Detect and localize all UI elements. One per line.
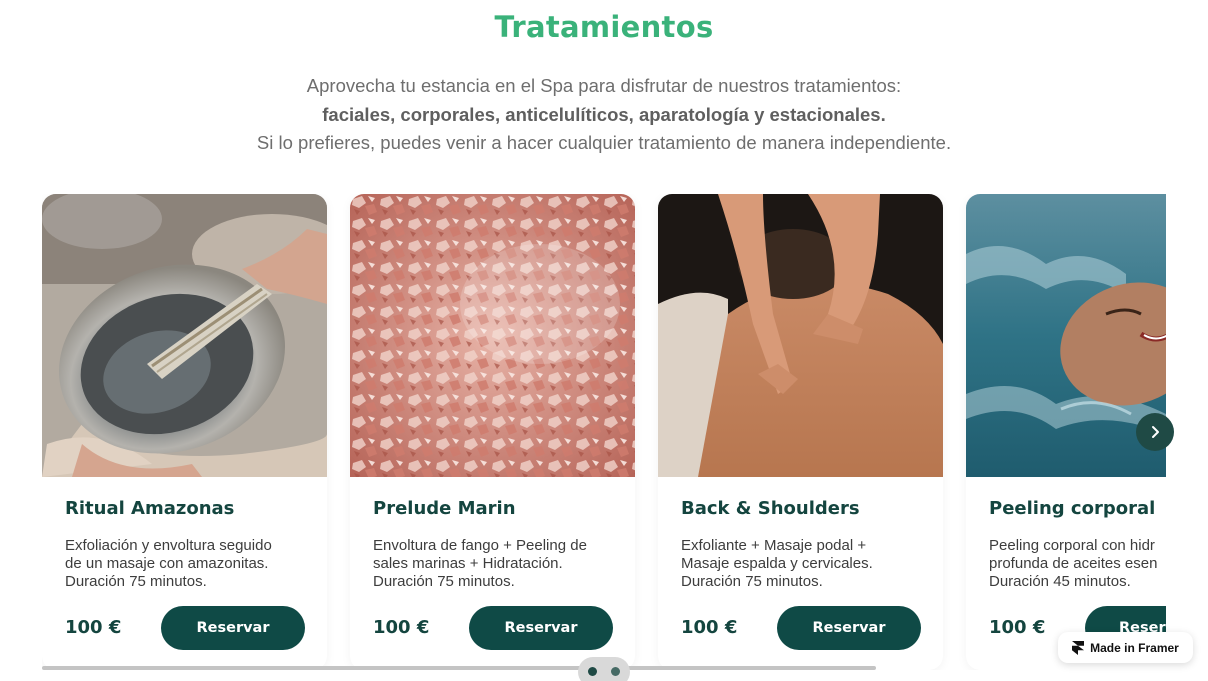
duration-line: Duración 45 minutos. [989, 573, 1131, 590]
treatment-name: Back & Shoulders [681, 498, 860, 519]
reserve-button[interactable]: Reservar [469, 606, 613, 650]
pagination-dot-2[interactable] [611, 667, 620, 676]
description-line: sales marinas + Hidratación. [373, 555, 563, 572]
duration-line: Duración 75 minutos. [65, 573, 207, 590]
description-line: Envoltura de fango + Peeling de [373, 537, 587, 554]
treatment-description: Peeling corporal con hidr profunda de ac… [989, 537, 1166, 591]
framer-logo-icon [1072, 640, 1085, 655]
description-line: Exfoliación y envoltura seguido [65, 537, 272, 554]
description-line: Masaje espalda y cervicales. [681, 555, 873, 572]
description-line: profunda de aceites esen [989, 555, 1158, 572]
back-massage-photo [658, 194, 943, 477]
treatment-card: Ritual Amazonas Exfoliación y envoltura … [42, 194, 327, 670]
carousel-next-button[interactable] [1136, 413, 1174, 451]
treatments-carousel[interactable]: Ritual Amazonas Exfoliación y envoltura … [42, 194, 1166, 670]
section-intro: Aprovecha tu estancia en el Spa para dis… [0, 72, 1208, 158]
reserve-button[interactable]: Reservar [777, 606, 921, 650]
intro-line-2: faciales, corporales, anticelulíticos, a… [322, 103, 886, 125]
treatment-price: 100 € [65, 617, 122, 638]
description-line: Peeling corporal con hidr [989, 537, 1155, 554]
description-line: Exfoliante + Masaje podal + [681, 537, 867, 554]
badge-label: Made in Framer [1090, 640, 1179, 655]
treatment-price: 100 € [681, 617, 738, 638]
treatment-description: Envoltura de fango + Peeling de sales ma… [373, 537, 623, 591]
treatment-description: Exfoliante + Masaje podal + Masaje espal… [681, 537, 931, 591]
treatment-name: Peeling corporal [989, 498, 1156, 519]
treatment-price: 100 € [989, 617, 1046, 638]
pagination-dot-1[interactable] [588, 667, 597, 676]
abalone-shell-sage-photo [42, 194, 327, 477]
intro-line-3: Si lo prefieres, puedes venir a hacer cu… [256, 132, 952, 153]
carousel-track [42, 666, 876, 670]
duration-line: Duración 75 minutos. [373, 573, 515, 590]
chevron-right-icon [1152, 426, 1159, 438]
treatment-name: Prelude Marin [373, 498, 516, 519]
description-line: de un masaje con amazonitas. [65, 555, 269, 572]
made-in-framer-badge[interactable]: Made in Framer [1058, 632, 1193, 663]
pink-salt-crystals-photo [350, 194, 635, 477]
treatment-card: Prelude Marin Envoltura de fango + Peeli… [350, 194, 635, 670]
reserve-button[interactable]: Reservar [161, 606, 305, 650]
carousel-pagination [578, 657, 630, 681]
treatment-card: Back & Shoulders Exfoliante + Masaje pod… [658, 194, 943, 670]
treatment-name: Ritual Amazonas [65, 498, 235, 519]
treatment-description: Exfoliación y envoltura seguido de un ma… [65, 537, 315, 591]
duration-line: Duración 75 minutos. [681, 573, 823, 590]
intro-line-1: Aprovecha tu estancia en el Spa para dis… [306, 75, 902, 96]
treatment-price: 100 € [373, 617, 430, 638]
section-title: Tratamientos [494, 10, 714, 44]
